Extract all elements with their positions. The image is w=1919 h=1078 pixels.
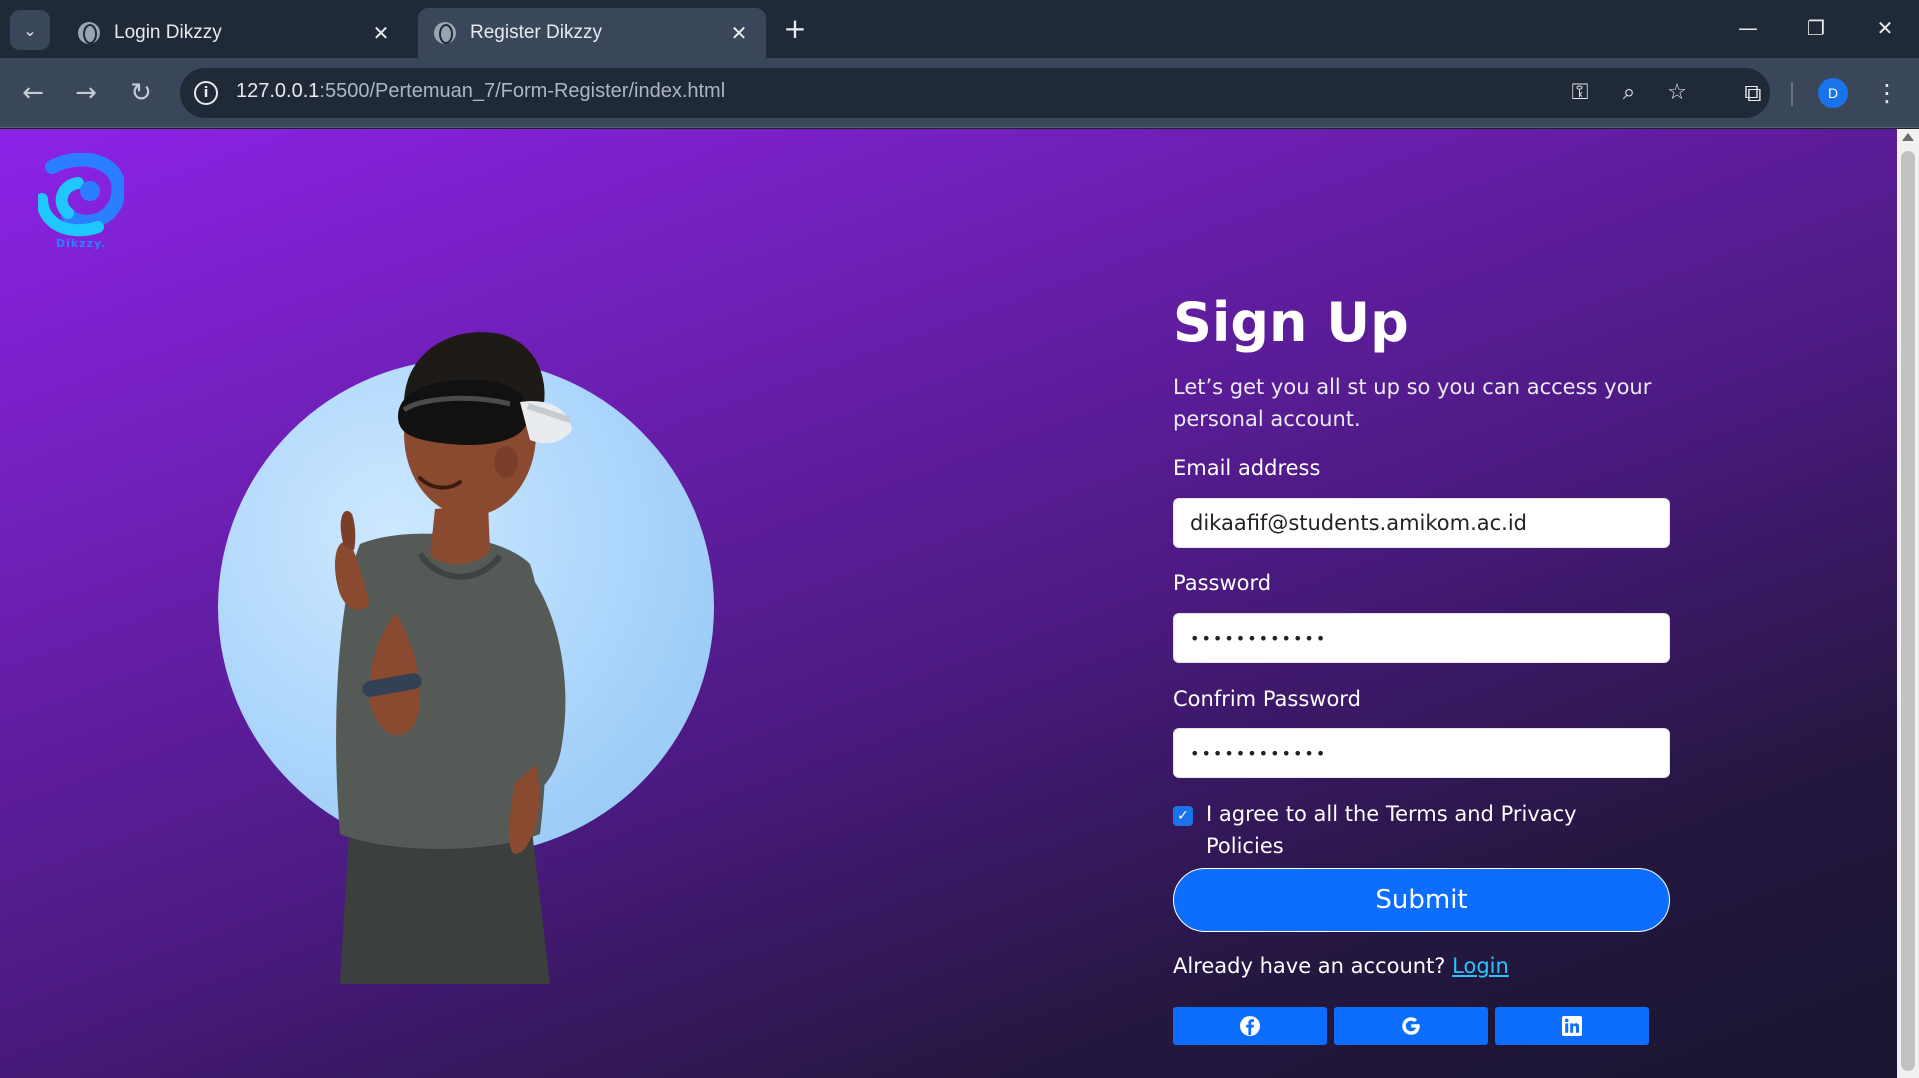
tab-title: Login Dikzzy	[114, 22, 222, 43]
tab-search-icon[interactable]: ⌄	[10, 10, 50, 50]
url-text[interactable]: 127.0.0.1:5500/Pertemuan_7/Form-Register…	[236, 80, 725, 103]
page-title: Sign Up	[1173, 291, 1409, 354]
terms-label: I agree to all the Terms and Privacy Pol…	[1206, 802, 1577, 858]
globe-icon	[78, 22, 100, 44]
site-info-icon[interactable]: i	[194, 81, 218, 105]
tab-strip: ⌄ Login Dikzzy ✕ Register Dikzzy ✕ + — ❐…	[0, 0, 1919, 58]
vr-person-illustration	[335, 332, 572, 984]
page-viewport: Dikzzy. Sign Up Let’s get you all st up …	[0, 129, 1897, 1078]
confirm-password-field[interactable]: ••••••••••••	[1173, 728, 1670, 778]
tab-login[interactable]: Login Dikzzy ✕	[62, 8, 408, 58]
linkedin-icon	[1562, 1016, 1582, 1036]
facebook-icon	[1240, 1016, 1260, 1036]
bookmark-star-icon[interactable]: ☆	[1662, 78, 1692, 108]
minimize-icon[interactable]: —	[1718, 8, 1778, 48]
url-host: 127.0.0.1	[236, 80, 320, 102]
linkedin-button[interactable]	[1495, 1007, 1649, 1045]
email-field[interactable]: dikaafif@students.amikom.ac.id	[1173, 498, 1670, 548]
password-label: Password	[1173, 571, 1272, 595]
login-link[interactable]: Login	[1452, 954, 1509, 978]
confirm-password-label: Confrim Password	[1173, 687, 1361, 711]
login-prompt-text: Already have an account?	[1173, 954, 1446, 978]
close-icon[interactable]: ✕	[368, 21, 394, 46]
page-scrollbar[interactable]	[1897, 129, 1919, 1078]
menu-icon[interactable]: ⋮	[1868, 74, 1906, 112]
page-subtitle: Let’s get you all st up so you can acces…	[1173, 375, 1652, 431]
browser-toolbar: ← → ↻ i 127.0.0.1:5500/Pertemuan_7/Form-…	[0, 58, 1919, 128]
globe-icon	[434, 22, 456, 44]
email-label: Email address	[1173, 456, 1321, 480]
google-button[interactable]	[1334, 1007, 1488, 1045]
url-path: :5500/Pertemuan_7/Form-Register/index.ht…	[319, 80, 726, 102]
terms-checkbox[interactable]: ✓	[1173, 806, 1193, 826]
logo-icon	[36, 152, 126, 237]
google-icon	[1402, 1017, 1420, 1035]
submit-button[interactable]: Submit	[1173, 868, 1670, 932]
login-prompt: Already have an account? Login	[1173, 954, 1509, 978]
scroll-up-icon[interactable]	[1902, 133, 1914, 141]
back-icon[interactable]: ←	[14, 74, 52, 112]
logo-text: Dikzzy.	[56, 237, 107, 250]
tab-title: Register Dikzzy	[470, 22, 602, 43]
scrollbar-thumb[interactable]	[1901, 151, 1915, 1071]
facebook-button[interactable]	[1173, 1007, 1327, 1045]
toolbar-divider	[1791, 82, 1793, 106]
password-field[interactable]: ••••••••••••	[1173, 613, 1670, 663]
window-close-icon[interactable]: ✕	[1855, 8, 1915, 48]
close-icon[interactable]: ✕	[726, 21, 752, 46]
password-key-icon[interactable]: ⚿	[1565, 78, 1595, 108]
forward-icon[interactable]: →	[67, 74, 105, 112]
reload-icon[interactable]: ↻	[122, 74, 160, 112]
zoom-icon[interactable]: ⌕	[1614, 78, 1644, 108]
address-bar[interactable]: i 127.0.0.1:5500/Pertemuan_7/Form-Regist…	[180, 68, 1770, 118]
avatar[interactable]: D	[1818, 78, 1848, 108]
tab-register[interactable]: Register Dikzzy ✕	[418, 8, 766, 58]
restore-icon[interactable]: ❐	[1786, 8, 1846, 48]
new-tab-icon[interactable]: +	[778, 12, 812, 46]
extensions-icon[interactable]: ⧉	[1734, 74, 1772, 112]
brand-logo[interactable]: Dikzzy.	[36, 152, 126, 253]
